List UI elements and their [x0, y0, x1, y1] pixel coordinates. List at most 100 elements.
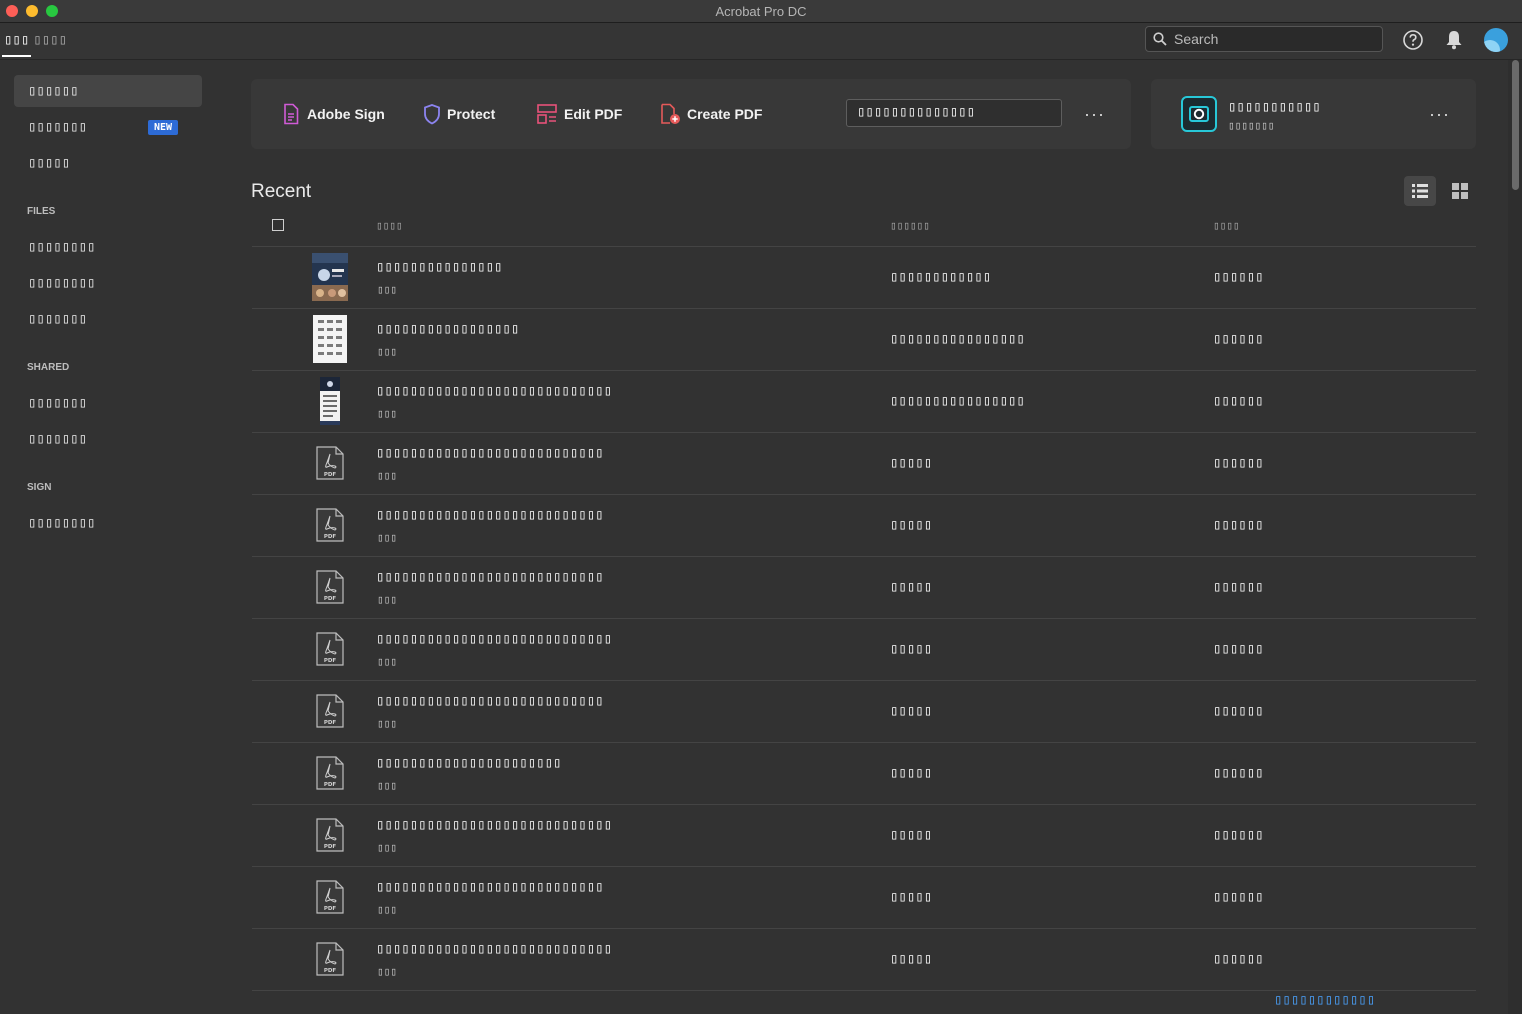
search-box[interactable] — [1145, 26, 1383, 52]
grid-view-icon — [1452, 183, 1468, 199]
pdf-file-icon: PDF — [312, 873, 348, 921]
pdf-file-icon: PDF — [312, 749, 348, 797]
file-shared: ▯▯▯▯▯ — [890, 827, 933, 843]
main-scrollbar[interactable] — [1508, 60, 1522, 1014]
adobe-sign-button[interactable]: Adobe Sign — [281, 102, 385, 126]
file-name: ▯▯▯▯▯▯▯▯▯▯▯▯▯▯▯▯▯▯▯▯▯▯▯▯▯▯▯▯ — [376, 941, 613, 957]
svg-text:PDF: PDF — [324, 720, 337, 726]
scrollbar-thumb[interactable] — [1512, 60, 1519, 190]
file-type: ▯▯▯ — [377, 407, 397, 420]
more-tools-button[interactable]: ··· — [1084, 105, 1105, 123]
file-opened: ▯▯▯▯▯▯ — [1213, 889, 1264, 905]
file-name: ▯▯▯▯▯▯▯▯▯▯▯▯▯▯▯▯▯▯▯▯▯▯▯▯▯▯▯▯ — [376, 383, 613, 399]
recent-table-header: ▯▯▯▯ ▯▯▯▯▯▯ ▯▯▯▯ — [252, 208, 1476, 247]
footer-link[interactable]: ▯▯▯▯▯▯▯▯▯▯▯▯ — [1274, 992, 1375, 1008]
tool-search-field[interactable]: ▯▯▯▯▯▯▯▯▯▯▯▯▯▯ — [846, 99, 1062, 127]
table-row[interactable]: ▯▯▯▯▯▯▯▯▯▯▯▯▯▯▯ ▯▯▯ ▯▯▯▯▯▯▯▯▯▯▯▯ ▯▯▯▯▯▯ — [252, 247, 1476, 309]
file-type: ▯▯▯ — [377, 345, 397, 358]
select-all-checkbox[interactable] — [272, 219, 284, 231]
sidebar-item-files-3[interactable]: ▯▯▯▯▯▯▯ — [14, 303, 202, 335]
table-row[interactable]: ▯▯▯▯▯▯▯▯▯▯▯▯▯▯▯▯▯▯▯▯▯▯▯▯▯▯▯▯▯▯▯▯▯▯▯▯▯▯▯▯… — [252, 371, 1476, 433]
sidebar-item-label: ▯▯▯▯▯▯▯ — [28, 311, 88, 327]
pdf-file-icon: PDF — [312, 501, 348, 549]
list-view-button[interactable] — [1404, 176, 1436, 206]
file-opened: ▯▯▯▯▯▯ — [1213, 827, 1264, 843]
file-opened: ▯▯▯▯▯▯ — [1213, 455, 1264, 471]
edit-pdf-button[interactable]: Edit PDF — [536, 102, 622, 126]
column-opened-header[interactable]: ▯▯▯▯ — [1213, 219, 1240, 232]
file-type: ▯▯▯ — [377, 593, 397, 606]
file-name: ▯▯▯▯▯▯▯▯▯▯▯▯▯▯▯▯▯▯▯▯▯▯▯▯▯▯▯▯ — [376, 817, 613, 833]
sidebar-item-third[interactable]: ▯▯▯▯▯ — [14, 147, 202, 179]
table-row[interactable]: PDF▯▯▯▯▯▯▯▯▯▯▯▯▯▯▯▯▯▯▯▯▯▯▯▯▯▯▯▯▯▯▯▯▯▯▯▯▯… — [252, 867, 1476, 929]
svg-text:PDF: PDF — [324, 658, 337, 664]
tab-home[interactable]: ▯▯▯ — [2, 31, 32, 57]
search-input[interactable] — [1174, 31, 1374, 47]
sidebar-item-label: ▯▯▯▯▯▯▯▯ — [28, 239, 96, 255]
adobe-sign-label: Adobe Sign — [307, 106, 385, 122]
file-shared: ▯▯▯▯▯ — [890, 951, 933, 967]
pdf-file-icon: PDF — [312, 687, 348, 735]
quick-tools-card: Adobe Sign Protect Edit PDF Create PDF ▯… — [251, 79, 1131, 149]
sidebar-item-label: ▯▯▯▯▯▯▯ — [28, 431, 88, 447]
file-name: ▯▯▯▯▯▯▯▯▯▯▯▯▯▯▯▯▯▯▯▯▯▯▯▯▯▯▯ — [376, 693, 604, 709]
protect-button[interactable]: Protect — [423, 102, 495, 126]
file-type: ▯▯▯ — [377, 779, 397, 792]
sidebar-item-new-feature[interactable]: ▯▯▯▯▯▯▯ NEW — [14, 111, 202, 143]
column-name-header[interactable]: ▯▯▯▯ — [376, 219, 403, 232]
adobe-sign-icon — [284, 103, 299, 125]
file-opened: ▯▯▯▯▯▯ — [1213, 641, 1264, 657]
tab-tools[interactable]: ▯▯▯▯ — [31, 31, 69, 55]
sidebar-item-files-1[interactable]: ▯▯▯▯▯▯▯▯ — [14, 231, 202, 263]
promo-subtitle: ▯▯▯▯▯▯▯ — [1228, 119, 1275, 132]
app-toolbar: ▯▯▯ ▯▯▯▯ — [0, 23, 1522, 60]
column-shared-header[interactable]: ▯▯▯▯▯▯ — [890, 219, 930, 232]
sidebar-item-shared-2[interactable]: ▯▯▯▯▯▯▯ — [14, 423, 202, 455]
sidebar-item-label: ▯▯▯▯▯▯▯▯ — [28, 275, 96, 291]
sidebar-item-label: ▯▯▯▯▯▯ — [28, 83, 79, 99]
file-name: ▯▯▯▯▯▯▯▯▯▯▯▯▯▯▯▯▯▯▯▯▯▯▯▯▯▯▯ — [376, 507, 604, 523]
file-opened: ▯▯▯▯▯▯ — [1213, 517, 1264, 533]
file-opened: ▯▯▯▯▯▯ — [1213, 269, 1264, 285]
pdf-file-icon: PDF — [312, 625, 348, 673]
sidebar-item-files-2[interactable]: ▯▯▯▯▯▯▯▯ — [14, 267, 202, 299]
sidebar-item-home[interactable]: ▯▯▯▯▯▯ — [14, 75, 202, 107]
table-row[interactable]: PDF▯▯▯▯▯▯▯▯▯▯▯▯▯▯▯▯▯▯▯▯▯▯▯▯▯▯▯▯▯▯▯▯▯▯▯▯▯… — [252, 805, 1476, 867]
search-icon — [1153, 32, 1167, 46]
avatar[interactable] — [1484, 28, 1508, 52]
sidebar-item-sign-1[interactable]: ▯▯▯▯▯▯▯▯ — [14, 507, 202, 539]
file-shared: ▯▯▯▯▯ — [890, 703, 933, 719]
table-row[interactable]: ▯▯▯▯▯▯▯▯▯▯▯▯▯▯▯▯▯▯▯▯▯▯▯▯▯▯▯▯▯▯▯▯▯▯▯▯▯▯▯▯… — [252, 309, 1476, 371]
file-type: ▯▯▯ — [377, 469, 397, 482]
table-row[interactable]: PDF▯▯▯▯▯▯▯▯▯▯▯▯▯▯▯▯▯▯▯▯▯▯▯▯▯▯▯▯▯▯▯▯▯▯▯▯▯… — [252, 681, 1476, 743]
sidebar-item-label: ▯▯▯▯▯ — [28, 155, 71, 171]
pdf-file-icon: PDF — [312, 935, 348, 983]
file-shared: ▯▯▯▯▯ — [890, 517, 933, 533]
sidebar-item-shared-1[interactable]: ▯▯▯▯▯▯▯ — [14, 387, 202, 419]
grid-view-button[interactable] — [1444, 176, 1476, 206]
pdf-file-icon: PDF — [312, 439, 348, 487]
file-name: ▯▯▯▯▯▯▯▯▯▯▯▯▯▯▯ — [376, 259, 503, 275]
table-row[interactable]: PDF▯▯▯▯▯▯▯▯▯▯▯▯▯▯▯▯▯▯▯▯▯▯▯▯▯▯▯▯▯▯▯▯▯▯▯▯▯… — [252, 929, 1476, 991]
recent-title: Recent — [251, 181, 312, 202]
file-thumbnail — [312, 253, 348, 301]
promo-more-button[interactable]: ··· — [1429, 105, 1450, 123]
promo-card[interactable]: ▯▯▯▯▯▯▯▯▯▯▯ ▯▯▯▯▯▯▯ ··· — [1151, 79, 1476, 149]
table-row[interactable]: PDF▯▯▯▯▯▯▯▯▯▯▯▯▯▯▯▯▯▯▯▯▯▯▯▯▯▯▯▯▯▯▯▯▯▯▯▯▯… — [252, 619, 1476, 681]
table-row[interactable]: PDF ▯▯▯▯▯▯▯▯▯▯▯▯▯▯▯▯▯▯▯▯▯▯ ▯▯▯ ▯▯▯▯▯ ▯▯▯▯▯▯ — [252, 743, 1476, 805]
svg-text:PDF: PDF — [324, 906, 337, 912]
file-name: ▯▯▯▯▯▯▯▯▯▯▯▯▯▯▯▯▯ — [376, 321, 520, 337]
help-icon[interactable] — [1402, 29, 1424, 51]
file-shared: ▯▯▯▯▯ — [890, 455, 933, 471]
file-name: ▯▯▯▯▯▯▯▯▯▯▯▯▯▯▯▯▯▯▯▯▯▯▯▯▯▯▯ — [376, 879, 604, 895]
table-row[interactable]: PDF▯▯▯▯▯▯▯▯▯▯▯▯▯▯▯▯▯▯▯▯▯▯▯▯▯▯▯▯▯▯▯▯▯▯▯▯▯… — [252, 557, 1476, 619]
create-pdf-button[interactable]: Create PDF — [659, 102, 762, 126]
table-row[interactable]: PDF▯▯▯▯▯▯▯▯▯▯▯▯▯▯▯▯▯▯▯▯▯▯▯▯▯▯▯▯▯▯▯▯▯▯▯▯▯… — [252, 433, 1476, 495]
bell-icon[interactable] — [1444, 29, 1464, 51]
window-titlebar: Acrobat Pro DC — [0, 0, 1522, 23]
table-row[interactable]: PDF▯▯▯▯▯▯▯▯▯▯▯▯▯▯▯▯▯▯▯▯▯▯▯▯▯▯▯▯▯▯▯▯▯▯▯▯▯… — [252, 495, 1476, 557]
svg-text:PDF: PDF — [324, 782, 337, 788]
svg-text:PDF: PDF — [324, 844, 337, 850]
new-badge: NEW — [148, 120, 179, 135]
file-shared: ▯▯▯▯▯▯▯▯▯▯▯▯ — [890, 269, 992, 285]
